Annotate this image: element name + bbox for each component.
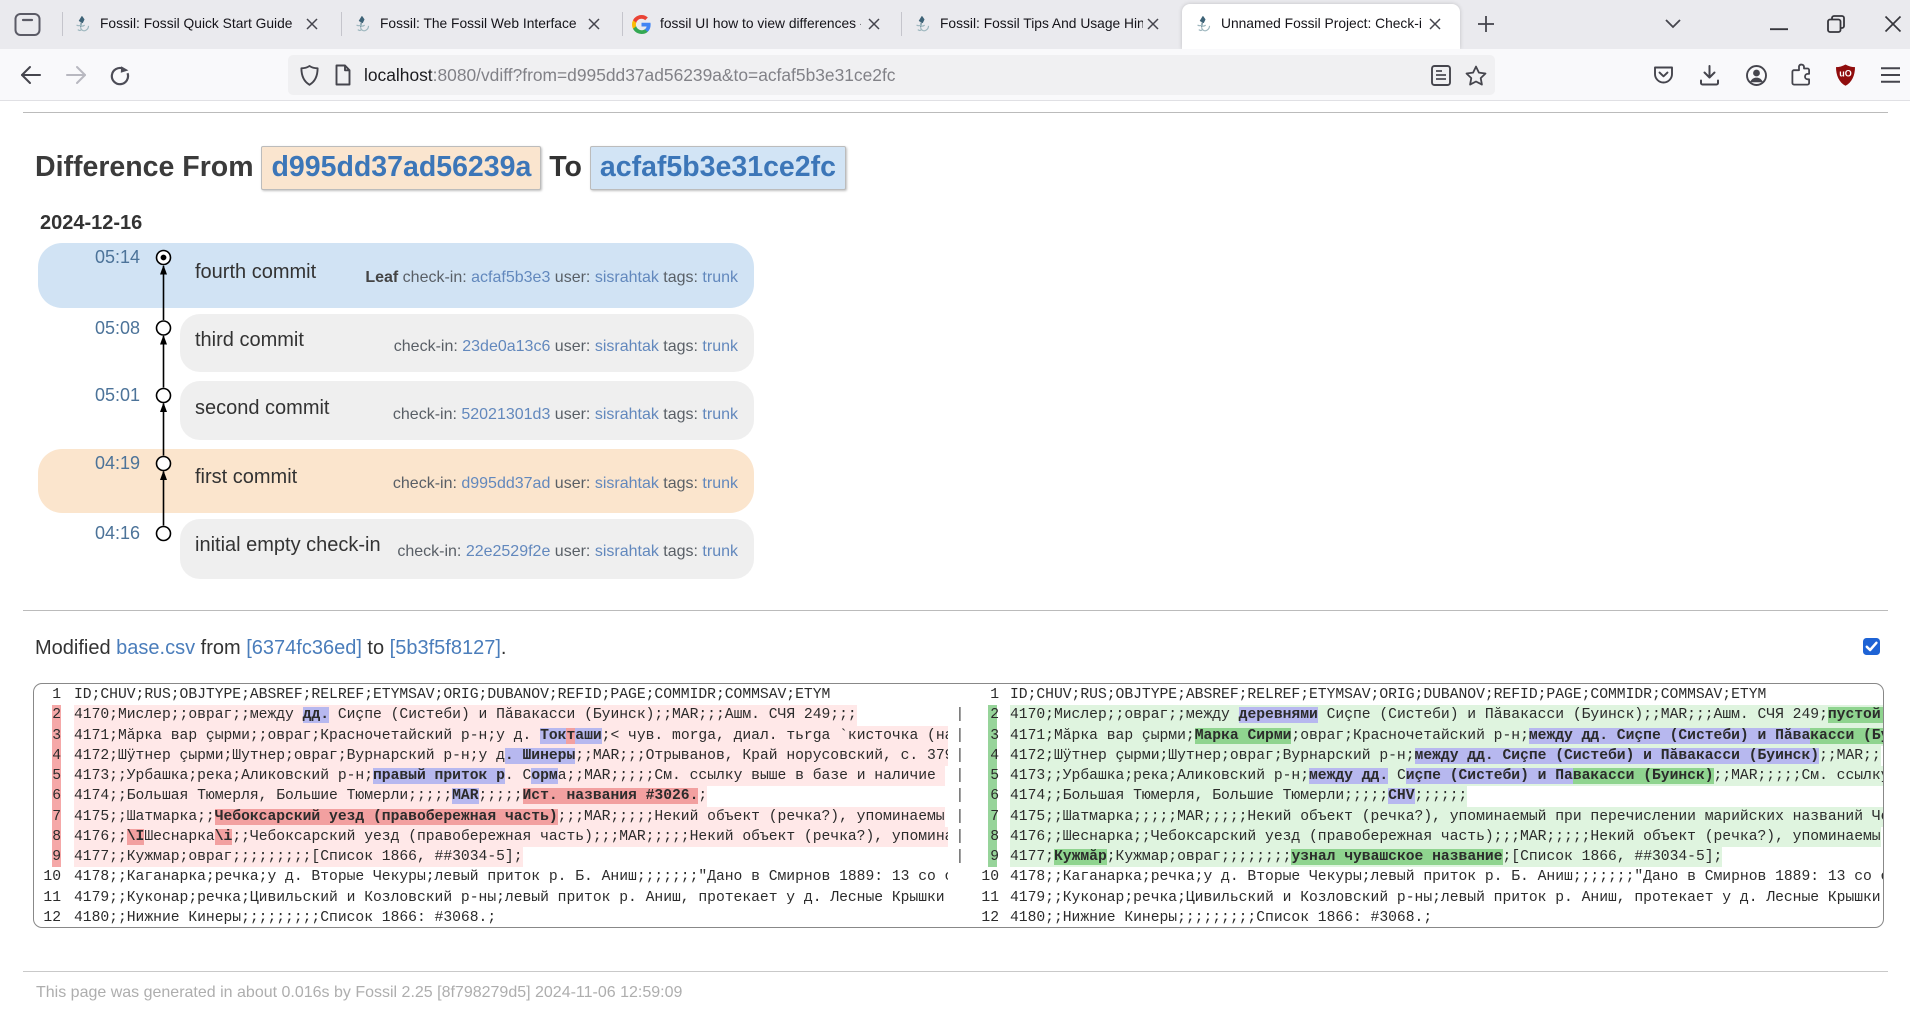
svg-text:uO: uO xyxy=(1839,69,1852,79)
